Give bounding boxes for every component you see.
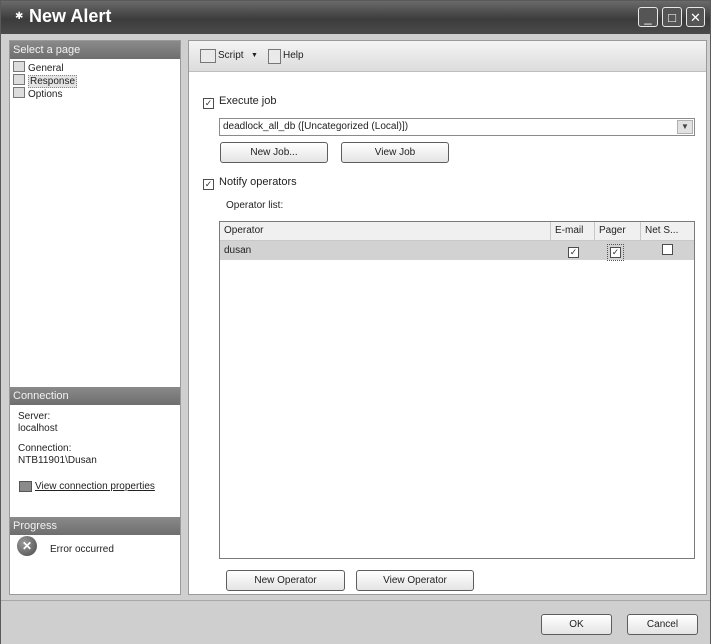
new-alert-window: ✱ New Alert _ □ ✕ Select a page General … [0, 0, 711, 644]
new-job-button[interactable]: New Job... [220, 142, 328, 163]
connection-header: Connection [10, 387, 180, 405]
window-title: New Alert [29, 6, 112, 26]
dialog-footer: OK Cancel [1, 600, 710, 644]
column-header-pager[interactable]: Pager [595, 222, 641, 240]
nav-item-response[interactable]: Response [13, 74, 78, 88]
operator-cell[interactable]: dusan [220, 241, 551, 260]
nav-item-label: General [28, 63, 64, 74]
connection-value: NTB11901\Dusan [18, 455, 97, 466]
column-header-email[interactable]: E-mail [551, 222, 595, 240]
net-send-checkbox[interactable] [662, 244, 673, 255]
view-job-button[interactable]: View Job [341, 142, 449, 163]
pager-checkbox[interactable]: ✓ [607, 244, 624, 261]
script-button[interactable]: Script [218, 50, 244, 61]
nav-item-label: Options [28, 89, 63, 100]
window-icon: ✱ [15, 11, 24, 22]
job-select[interactable]: deadlock_all_db ([Uncategorized (Local)]… [219, 118, 695, 136]
server-label: Server: [18, 411, 51, 422]
nav-item-general[interactable]: General [13, 61, 64, 74]
net-send-cell[interactable] [641, 241, 694, 260]
title-bar[interactable]: ✱ New Alert _ □ ✕ [1, 1, 710, 34]
notify-operators-checkbox-row[interactable]: ✓ Notify operators [203, 176, 297, 190]
column-header-net-send[interactable]: Net S... [641, 222, 694, 240]
right-panel: Script ▼ Help ✓ Execute job deadlock_all_… [188, 40, 707, 595]
ok-button[interactable]: OK [541, 614, 612, 635]
server-value: localhost [18, 423, 58, 434]
help-button[interactable]: Help [283, 50, 304, 61]
close-button[interactable]: ✕ [686, 7, 705, 27]
script-icon [200, 49, 216, 63]
select-page-header: Select a page [10, 41, 180, 59]
error-icon: ✕ [17, 536, 37, 556]
view-operator-button[interactable]: View Operator [356, 570, 474, 591]
execute-job-checkbox-row[interactable]: ✓ Execute job [203, 95, 276, 109]
progress-status: Error occurred [50, 544, 114, 555]
table-row[interactable]: dusan ✓ ✓ [220, 241, 694, 261]
chevron-down-icon[interactable]: ▼ [677, 120, 693, 134]
left-panel: Select a page General Response Options C… [9, 40, 181, 595]
operator-list-label: Operator list: [226, 200, 284, 211]
connection-label: Connection: [18, 443, 72, 454]
server-properties-icon [19, 481, 32, 492]
minimize-button[interactable]: _ [638, 7, 658, 27]
pager-cell[interactable]: ✓ [595, 241, 641, 261]
email-checkbox[interactable]: ✓ [568, 247, 579, 258]
operator-grid: Operator E-mail Pager Net S... dusan ✓ ✓ [219, 221, 695, 559]
email-cell[interactable]: ✓ [551, 241, 595, 260]
notify-operators-checkbox[interactable]: ✓ [203, 179, 214, 190]
cancel-button[interactable]: Cancel [627, 614, 698, 635]
nav-item-options[interactable]: Options [13, 87, 63, 100]
notify-operators-label: Notify operators [219, 176, 297, 188]
help-icon [268, 49, 281, 64]
execute-job-checkbox[interactable]: ✓ [203, 98, 214, 109]
execute-job-label: Execute job [219, 95, 277, 107]
script-dropdown-arrow[interactable]: ▼ [251, 52, 258, 59]
view-connection-properties-link[interactable]: View connection properties [35, 481, 155, 492]
job-select-value: deadlock_all_db ([Uncategorized (Local)]… [223, 121, 409, 132]
column-header-operator[interactable]: Operator [220, 222, 551, 240]
page-icon [13, 74, 25, 85]
page-icon [13, 87, 25, 98]
progress-header: Progress [10, 517, 180, 535]
page-icon [13, 61, 25, 72]
toolbar: Script ▼ Help [189, 41, 706, 72]
grid-header: Operator E-mail Pager Net S... [220, 222, 694, 241]
maximize-button[interactable]: □ [662, 7, 682, 27]
new-operator-button[interactable]: New Operator [226, 570, 345, 591]
